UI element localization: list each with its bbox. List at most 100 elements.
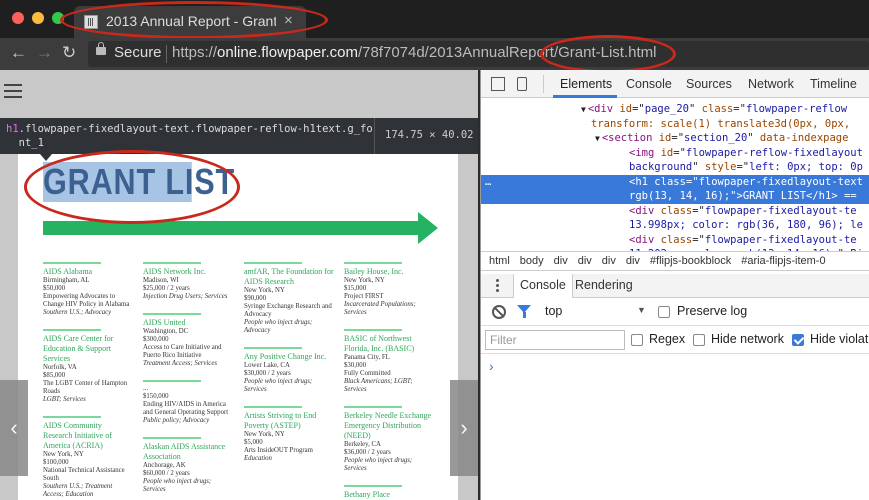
grant-entry-rule <box>244 347 302 349</box>
drawer-tab-console[interactable]: Console <box>513 274 573 298</box>
grant-entry-rule <box>244 406 302 408</box>
breadcrumb-item[interactable]: div <box>626 255 640 267</box>
preserve-log-checkbox[interactable] <box>658 306 670 318</box>
dom-token: id <box>660 146 674 159</box>
drawer-tab-rendering[interactable]: Rendering <box>575 278 633 292</box>
window-minimize-button[interactable] <box>32 12 44 24</box>
grant-detail: Berkeley, CA <box>344 441 381 448</box>
dom-token: background <box>629 161 693 173</box>
tab-console[interactable]: Console <box>626 77 672 91</box>
grant-entry: AIDS Alabama Birmingham, AL $50,000 Empower… <box>43 262 133 317</box>
next-page-button[interactable]: › <box>450 380 478 476</box>
grant-name: AIDS United <box>143 318 186 327</box>
grant-entry: ... $150,000 Ending HIV/AIDS in America an… <box>143 380 233 425</box>
expand-arrow-icon[interactable]: ▼ <box>581 105 586 114</box>
regex-checkbox[interactable] <box>631 334 643 346</box>
tab-close-icon[interactable]: × <box>284 12 293 29</box>
grant-detail: $50,000 <box>43 285 66 292</box>
breadcrumb-item[interactable]: html <box>489 255 510 267</box>
grant-name: Any Positive Change Inc. <box>244 352 327 361</box>
dom-tree-line[interactable]: <h1 class="flowpaper-fixedlayout-text… <box>481 174 869 190</box>
dom-token: == <box>837 190 857 202</box>
breadcrumb-item[interactable]: div <box>554 255 568 267</box>
dom-tree-line[interactable]: 13.998px; color: rgb(36, 180, 96); le <box>481 218 869 233</box>
dom-tree-line[interactable]: ▼ <div id="page_20" class="flowpaper-refl… <box>481 102 869 117</box>
forward-button[interactable]: → <box>36 43 53 63</box>
grant-entry-rule <box>43 416 101 418</box>
breadcrumb-item[interactable]: body <box>520 255 544 267</box>
grant-detail: Anchorage, AK <box>143 462 186 469</box>
dom-tree[interactable]: ▼ <div id="page_20" class="flowpaper-refl… <box>481 98 869 253</box>
menu-icon[interactable] <box>4 84 22 98</box>
console-filter-row: Regex Hide network Hide violations <box>481 326 869 354</box>
dom-tree-line[interactable]: <img id="flowpaper-reflow-fixedlayout <box>481 146 869 161</box>
grant-name: BASIC of Northwest Florida, Inc. (BASIC) <box>344 334 415 353</box>
grant-entry: Bailey House, Inc. New York, NY $15,000 Pro… <box>344 262 434 317</box>
expand-arrow-icon[interactable]: ▼ <box>595 134 600 143</box>
green-arrow-graphic <box>43 212 438 244</box>
grant-detail: $15,000 <box>344 285 367 292</box>
window-zoom-button[interactable] <box>52 12 64 24</box>
tab-network[interactable]: Network <box>748 77 794 91</box>
page-title: GRANT LIST <box>43 161 236 202</box>
dom-token: id <box>619 103 633 115</box>
tab-sources[interactable]: Sources <box>686 77 732 91</box>
grant-name: Bethany Place <box>344 490 390 499</box>
dom-tree-line[interactable]: <div class="flowpaper-fixedlayout-te <box>481 233 869 248</box>
grant-entry: AIDS Community Research Initiative of Am… <box>43 416 133 499</box>
selected-node-ellipsis[interactable]: … <box>485 175 491 190</box>
window-close-button[interactable] <box>12 12 24 24</box>
prev-page-button[interactable]: ‹ <box>0 380 28 476</box>
reload-button[interactable]: ↻ <box>62 43 76 63</box>
dom-token: =" <box>736 161 750 173</box>
grant-category: People who inject drugs; Advocacy <box>244 319 313 334</box>
dom-tree-line[interactable]: ▼ <section id="section_20" data-indexpage <box>481 131 869 146</box>
tab-timeline[interactable]: Timeline <box>810 77 857 91</box>
dom-token: rgb(13, 14, 16); <box>629 190 731 202</box>
grant-detail: Arts InsideOUT Program <box>244 447 313 454</box>
breadcrumb-item[interactable]: #aria-flipjs-item-0 <box>741 255 825 267</box>
hide-violations-checkbox[interactable] <box>792 334 804 346</box>
hide-network-checkbox[interactable] <box>693 334 705 346</box>
devtools-panel: Elements Console Sources Network Timelin… <box>480 70 869 500</box>
console-filter-input[interactable] <box>485 330 625 350</box>
filter-icon[interactable] <box>517 305 531 318</box>
console-prompt[interactable]: › <box>489 358 494 374</box>
grant-detail: ... <box>143 385 149 392</box>
dom-token: flowpaper-fixedlayout-text <box>698 175 863 188</box>
breadcrumb-item[interactable]: #flipjs-bookblock <box>650 255 731 267</box>
grant-detail: $25,000 / 2 years <box>143 285 190 292</box>
back-button[interactable]: ← <box>10 43 27 63</box>
hide-violations-label: Hide violations <box>810 332 869 346</box>
console-toolbar: top ▼ Preserve log <box>481 298 869 326</box>
grant-detail: Fully Committed <box>344 370 391 377</box>
grant-detail: Empowering Advocates to Change HIV Polic… <box>43 293 130 308</box>
dom-token: flowpaper-reflow-fixedlayout <box>685 146 863 159</box>
omnibox-separator <box>166 45 167 63</box>
breadcrumb-item[interactable]: div <box>602 255 616 267</box>
dom-token: class <box>654 175 686 188</box>
dom-token: GRANT LIST <box>742 190 807 202</box>
context-dropdown-icon[interactable]: ▼ <box>637 305 646 315</box>
context-selector[interactable]: top <box>545 304 562 318</box>
page-viewport: GRANT LIST AIDS Alabama Birmingham, AL $50… <box>0 70 478 500</box>
dom-token: flowpaper-fixedlayout-te <box>704 233 857 246</box>
grant-entry-rule <box>244 262 302 264</box>
grant-detail: Project FIRST <box>344 293 384 300</box>
address-bar[interactable]: Secure https://online.flowpaper.com/78f7… <box>88 41 869 67</box>
breadcrumb-item[interactable]: div <box>578 255 592 267</box>
dom-token: <div <box>629 233 661 246</box>
dom-tree-line[interactable]: rgb(13, 14, 16);">GRANT LIST</h1> == <box>481 189 869 204</box>
dom-tree-line[interactable]: transform: scale(1) translate3d(0px, 0px… <box>481 117 869 132</box>
inspect-element-icon[interactable] <box>491 77 505 91</box>
grant-category: Public policy; Advocacy <box>143 417 210 424</box>
grant-detail: Access to Care Initiative and Puerto Ric… <box>143 344 222 359</box>
dom-tree-line[interactable]: background" style="left: 0px; top: 0p <box>481 160 869 175</box>
tab-elements[interactable]: Elements <box>560 77 612 91</box>
device-toolbar-icon[interactable] <box>517 77 527 91</box>
browser-tab[interactable]: 2013 Annual Report - Grant List × <box>74 6 306 38</box>
dom-tree-line[interactable]: <div class="flowpaper-fixedlayout-te <box>481 204 869 219</box>
clear-console-icon[interactable] <box>492 305 506 319</box>
drawer-menu-icon[interactable] <box>496 279 499 294</box>
grant-entry-rule <box>143 262 201 264</box>
